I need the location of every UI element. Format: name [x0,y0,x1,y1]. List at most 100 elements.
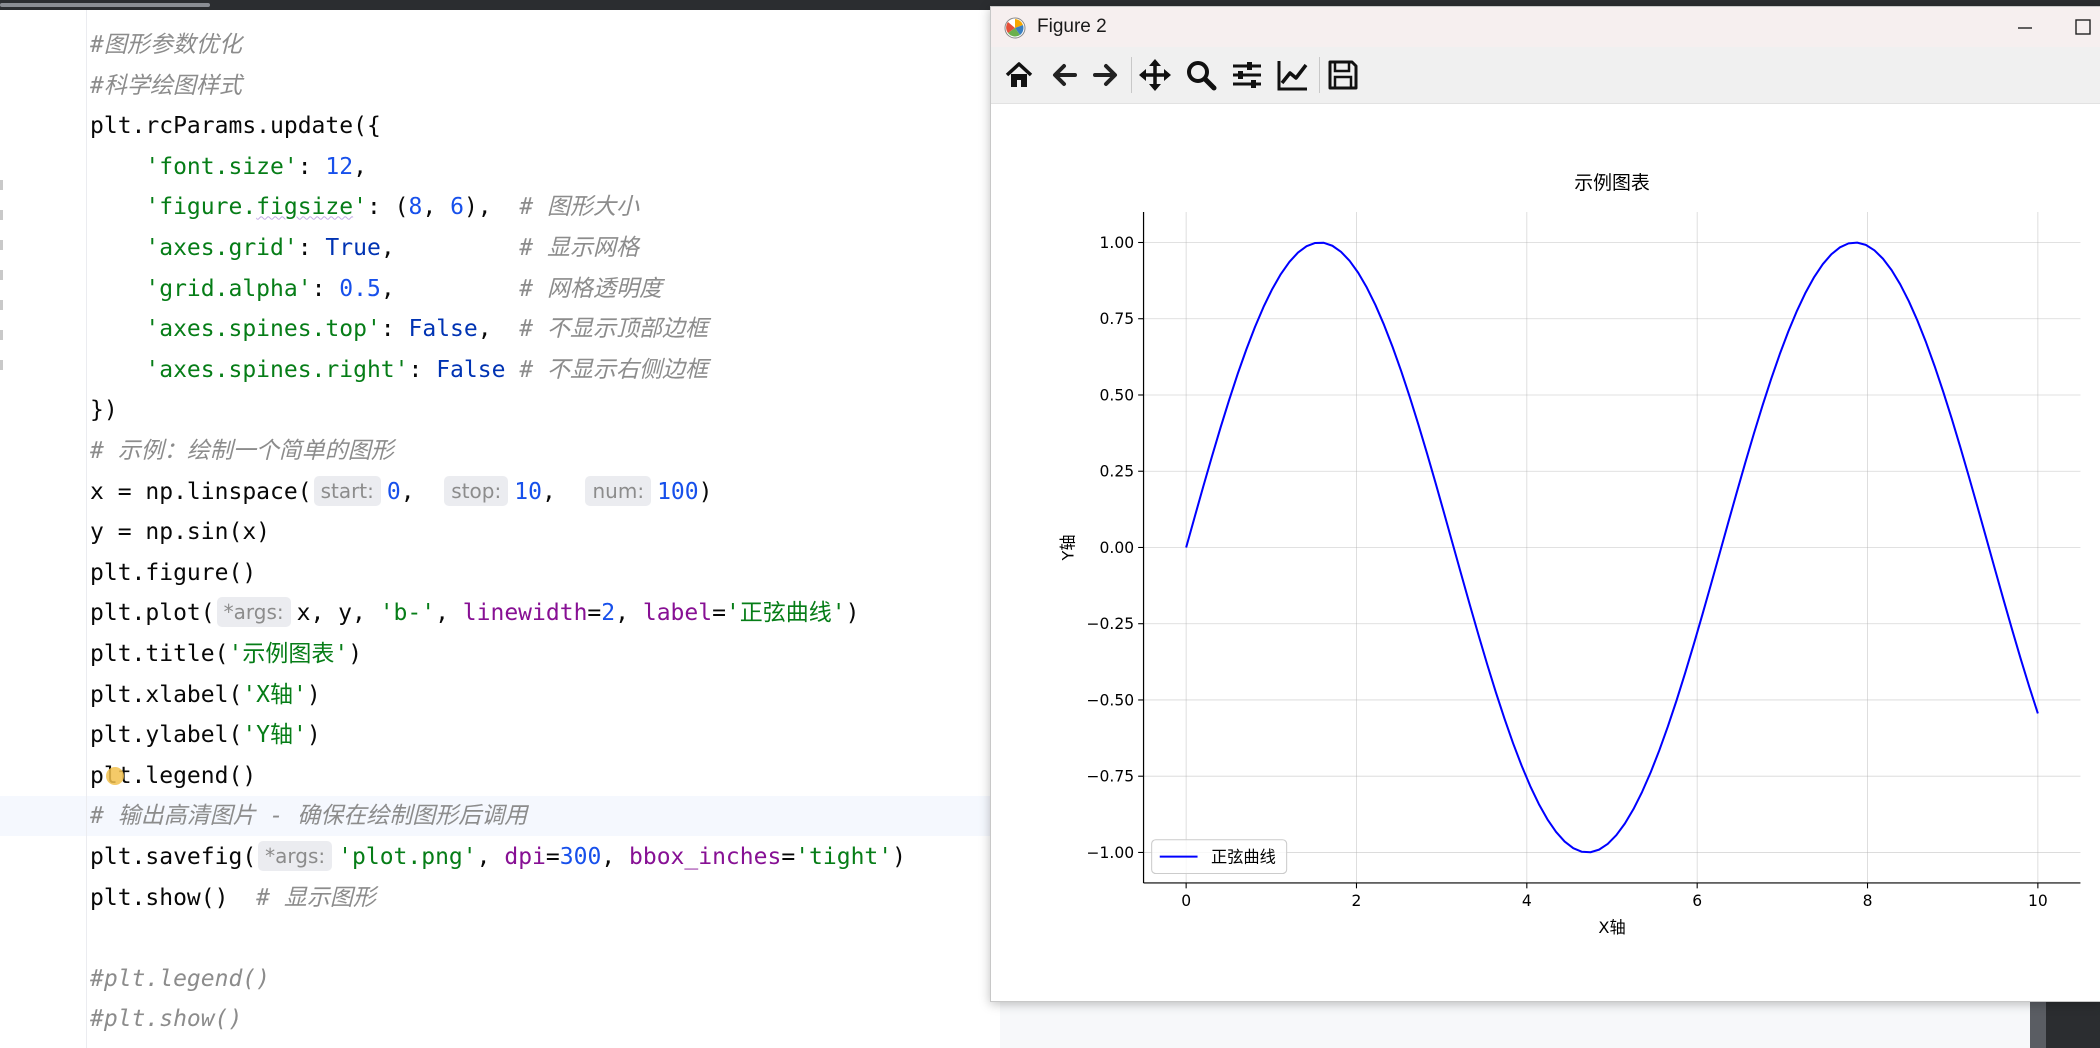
code-string-typo: figsize [256,194,354,221]
gutter-fold-marker[interactable] [0,210,3,220]
y-tick-label: 0.25 [1100,463,1135,481]
code-text: : [297,153,326,180]
code-text: }) [90,397,118,424]
subplots-config-icon[interactable] [1229,57,1265,93]
gutter-fold-marker[interactable] [0,330,3,340]
code-text: ) [845,600,860,627]
code-text: = [712,600,726,627]
code-line[interactable]: plt.ylabel('Y轴') [90,715,321,755]
x-tick-label: 4 [1522,892,1532,910]
code-line[interactable]: # 输出高清图片 - 确保在绘制图形后调用 [90,796,527,836]
code-number: 300 [559,844,602,870]
y-tick-label: −0.25 [1087,615,1135,633]
code-line[interactable]: plt.savefig(*args:'plot.png', dpi=300, b… [90,837,906,877]
back-arrow-icon[interactable] [1047,57,1083,93]
code-number: 2 [601,600,616,627]
code-number: 10 [514,478,542,505]
code-text: ) [698,478,713,505]
code-line[interactable]: #图形参数优化 [90,25,242,65]
code-line[interactable]: }) [90,390,118,430]
matplotlib-logo-icon [1004,17,1026,39]
code-text: ) [306,681,321,708]
code-text: , [601,844,629,870]
code-text: : [311,275,340,302]
forward-arrow-icon[interactable] [1087,57,1123,93]
code-line[interactable]: 'font.size': 12, [90,147,367,187]
code-text: = [781,844,796,870]
code-comment: # 网格透明度 [519,275,662,302]
sine-chart: 0 2 4 6 8 10 1.00 0.75 0.50 0.25 0.00 −0.25 −0.50 −0.… [1058,172,2081,937]
gutter-fold-marker[interactable] [0,270,3,280]
y-tick-label: 0.75 [1100,310,1135,328]
code-line[interactable]: 'axes.spines.right': False # 不显示右侧边框 [90,350,708,390]
code-line[interactable]: #plt.show() [90,999,242,1039]
maximize-icon[interactable] [2073,17,2093,37]
plot-canvas[interactable]: 0 2 4 6 8 10 1.00 0.75 0.50 0.25 0.00 −0.25 −0.50 −0.… [991,104,2100,1001]
figure-window[interactable]: Figure 2 0 2 4 6 8 10 1.00 0.75 0.50 0.2… [990,6,2100,1002]
code-line[interactable]: plt.xlabel('X轴') [90,675,321,715]
gutter-fold-marker[interactable] [0,360,3,370]
code-text: plt.rcParams.update({ [90,113,381,140]
toolbar-separator [1319,57,1320,93]
gutter-fold-marker[interactable] [0,180,3,190]
code-line[interactable]: 'axes.grid': True, # 显示网格 [90,228,639,268]
zoom-icon[interactable] [1183,57,1219,93]
figure-titlebar[interactable]: Figure 2 [991,7,2100,47]
code-text: : [408,356,437,383]
top-scroll-thumb[interactable] [0,3,210,7]
code-line[interactable]: 'grid.alpha': 0.5, # 网格透明度 [90,269,662,309]
code-text: = [545,844,560,870]
gutter-fold-marker[interactable] [0,300,3,310]
right-panel-scrollbar[interactable] [2030,1000,2046,1048]
code-comment: #plt.legend() [90,965,271,992]
code-line[interactable]: y = np.sin(x) [90,512,270,552]
x-axis-label: X轴 [1598,918,1625,937]
home-icon[interactable] [1001,57,1037,93]
code-string: 'grid.alpha' [145,275,312,302]
editor-bottom-strip [1000,1000,2100,1048]
code-line[interactable]: plt.rcParams.update({ [90,106,381,146]
code-line[interactable]: plt.plot(*args: x, y, 'b-', linewidth=2, … [90,593,860,633]
chart-root: 0 2 4 6 8 10 1.00 0.75 0.50 0.25 0.00 −0.25 −0.50 −0.… [1058,172,2081,937]
code-number: 100 [657,478,699,505]
code-line[interactable]: x = np.linspace(start: 0, stop: 10, num: 10… [90,472,712,512]
code-comment: #plt.show() [90,1006,243,1033]
x-tick-label: 2 [1352,892,1362,910]
code-line[interactable]: 'figure.figsize': (8, 6), # 图形大小 [90,187,639,227]
code-comment: # 示例：绘制一个简单的图形 [90,438,394,464]
code-line[interactable]: plt.title('示例图表') [90,634,362,674]
code-string: 'font.size' [145,153,298,180]
figure-window-title: Figure 2 [1037,16,1107,37]
code-number: 6 [450,194,464,221]
code-line[interactable]: #plt.legend() [90,959,270,999]
code-text: , [422,194,451,221]
code-editor[interactable]: #图形参数优化 #科学绘图样式 plt.rcParams.update({ 'fon… [0,10,1000,1048]
x-tick-label: 6 [1692,892,1702,910]
code-line[interactable]: plt.figure() [90,553,256,593]
code-comment: #图形参数优化 [90,32,242,58]
chart-title: 示例图表 [1574,172,1650,194]
code-text: = [587,600,602,627]
code-keyword: False [436,356,506,383]
code-text: plt.title( [90,641,229,667]
save-icon[interactable] [1325,57,1361,93]
code-text: plt.plot( [90,600,215,627]
minimize-icon[interactable] [2013,15,2037,39]
parameter-hint: *args: [258,841,333,871]
parameter-hint: stop: [444,475,509,506]
gutter-fold-marker[interactable] [0,240,3,250]
code-param: dpi [504,844,546,870]
code-line[interactable]: #科学绘图样式 [90,66,242,106]
code-line[interactable]: plt.show() # 显示图形 [90,878,376,918]
pan-icon[interactable] [1137,57,1173,93]
code-line[interactable]: 'axes.spines.top': False, # 不显示顶部边框 [90,309,708,349]
code-text: : [297,235,326,261]
code-line[interactable]: # 示例：绘制一个简单的图形 [90,431,394,471]
code-param: bbox_inches [629,844,782,870]
edit-curve-icon[interactable] [1275,57,1311,93]
code-string: '示例图表' [228,641,349,667]
